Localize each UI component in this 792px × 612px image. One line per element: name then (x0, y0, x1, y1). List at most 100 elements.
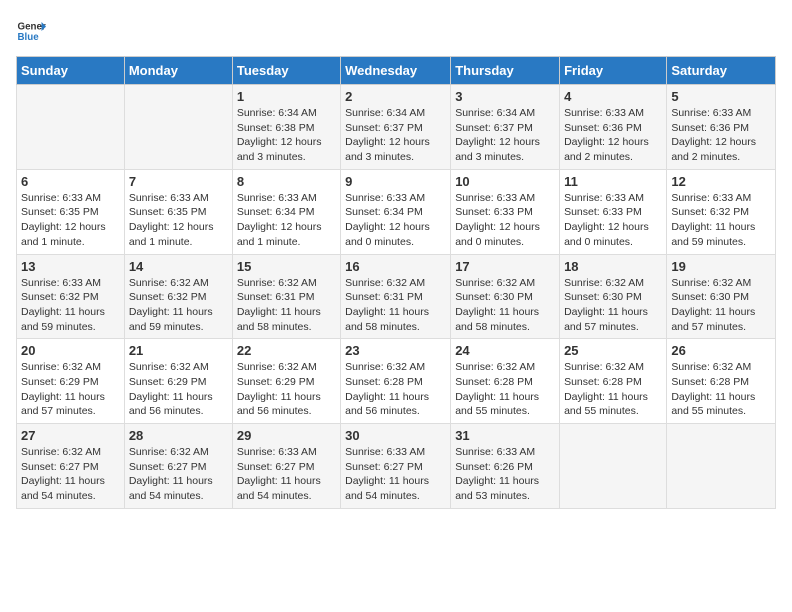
col-header-wednesday: Wednesday (341, 57, 451, 85)
cell-detail: Sunrise: 6:34 AM Sunset: 6:38 PM Dayligh… (237, 106, 336, 165)
calendar-cell: 19Sunrise: 6:32 AM Sunset: 6:30 PM Dayli… (667, 254, 776, 339)
calendar-cell: 25 Sunrise: 6:32 AM Sunset: 6:28 PM Dayli… (560, 339, 667, 424)
col-header-saturday: Saturday (667, 57, 776, 85)
calendar-cell: 31 Sunrise: 6:33 AM Sunset: 6:26 PM Dayli… (451, 424, 560, 509)
cell-detail: Sunrise: 6:34 AM Sunset: 6:37 PM Dayligh… (455, 106, 555, 165)
day-number: 8 (237, 174, 336, 189)
calendar-cell: 3 Sunrise: 6:34 AM Sunset: 6:37 PM Daylig… (451, 85, 560, 170)
cell-detail: Sunrise: 6:32 AM Sunset: 6:28 PM Dayligh… (671, 360, 771, 419)
calendar-cell: 20Sunrise: 6:32 AM Sunset: 6:29 PM Dayli… (17, 339, 125, 424)
col-header-monday: Monday (124, 57, 232, 85)
day-number: 12 (671, 174, 771, 189)
col-header-thursday: Thursday (451, 57, 560, 85)
week-row-3: 13Sunrise: 6:33 AM Sunset: 6:32 PM Dayli… (17, 254, 776, 339)
calendar-cell: 4 Sunrise: 6:33 AM Sunset: 6:36 PM Daylig… (560, 85, 667, 170)
day-number: 20 (21, 343, 120, 358)
week-row-5: 27 Sunrise: 6:32 AM Sunset: 6:27 PM Dayli… (17, 424, 776, 509)
cell-detail: Sunrise: 6:33 AM Sunset: 6:35 PM Dayligh… (129, 191, 228, 250)
calendar-cell: 11 Sunrise: 6:33 AM Sunset: 6:33 PM Dayli… (560, 169, 667, 254)
week-row-2: 6 Sunrise: 6:33 AM Sunset: 6:35 PM Daylig… (17, 169, 776, 254)
day-number: 13 (21, 259, 120, 274)
calendar-cell: 9 Sunrise: 6:33 AM Sunset: 6:34 PM Daylig… (341, 169, 451, 254)
cell-detail: Sunrise: 6:32 AM Sunset: 6:29 PM Dayligh… (129, 360, 228, 419)
day-number: 9 (345, 174, 446, 189)
calendar-cell: 14Sunrise: 6:32 AM Sunset: 6:32 PM Dayli… (124, 254, 232, 339)
calendar-table: SundayMondayTuesdayWednesdayThursdayFrid… (16, 56, 776, 509)
day-number: 2 (345, 89, 446, 104)
cell-detail: Sunrise: 6:33 AM Sunset: 6:27 PM Dayligh… (237, 445, 336, 504)
day-number: 28 (129, 428, 228, 443)
day-number: 4 (564, 89, 662, 104)
calendar-cell: 10 Sunrise: 6:33 AM Sunset: 6:33 PM Dayli… (451, 169, 560, 254)
calendar-cell: 23Sunrise: 6:32 AM Sunset: 6:28 PM Dayli… (341, 339, 451, 424)
day-number: 18 (564, 259, 662, 274)
calendar-cell: 21 Sunrise: 6:32 AM Sunset: 6:29 PM Dayli… (124, 339, 232, 424)
day-number: 5 (671, 89, 771, 104)
calendar-cell: 28 Sunrise: 6:32 AM Sunset: 6:27 PM Dayli… (124, 424, 232, 509)
cell-detail: Sunrise: 6:33 AM Sunset: 6:26 PM Dayligh… (455, 445, 555, 504)
calendar-cell: 15 Sunrise: 6:32 AM Sunset: 6:31 PM Dayli… (232, 254, 340, 339)
calendar-cell: 5Sunrise: 6:33 AM Sunset: 6:36 PM Daylig… (667, 85, 776, 170)
day-number: 30 (345, 428, 446, 443)
day-number: 25 (564, 343, 662, 358)
cell-detail: Sunrise: 6:33 AM Sunset: 6:33 PM Dayligh… (455, 191, 555, 250)
cell-detail: Sunrise: 6:32 AM Sunset: 6:28 PM Dayligh… (455, 360, 555, 419)
day-number: 3 (455, 89, 555, 104)
logo: General Blue (16, 16, 46, 46)
day-number: 22 (237, 343, 336, 358)
day-number: 1 (237, 89, 336, 104)
calendar-cell: 17Sunrise: 6:32 AM Sunset: 6:30 PM Dayli… (451, 254, 560, 339)
day-number: 24 (455, 343, 555, 358)
cell-detail: Sunrise: 6:33 AM Sunset: 6:36 PM Dayligh… (564, 106, 662, 165)
day-number: 26 (671, 343, 771, 358)
cell-detail: Sunrise: 6:32 AM Sunset: 6:31 PM Dayligh… (237, 276, 336, 335)
day-number: 10 (455, 174, 555, 189)
calendar-cell (667, 424, 776, 509)
calendar-cell (124, 85, 232, 170)
calendar-cell: 27 Sunrise: 6:32 AM Sunset: 6:27 PM Dayli… (17, 424, 125, 509)
logo-icon: General Blue (16, 16, 46, 46)
cell-detail: Sunrise: 6:33 AM Sunset: 6:34 PM Dayligh… (345, 191, 446, 250)
cell-detail: Sunrise: 6:32 AM Sunset: 6:30 PM Dayligh… (564, 276, 662, 335)
cell-detail: Sunrise: 6:34 AM Sunset: 6:37 PM Dayligh… (345, 106, 446, 165)
day-number: 15 (237, 259, 336, 274)
day-number: 6 (21, 174, 120, 189)
cell-detail: Sunrise: 6:32 AM Sunset: 6:27 PM Dayligh… (21, 445, 120, 504)
calendar-cell: 30 Sunrise: 6:33 AM Sunset: 6:27 PM Dayli… (341, 424, 451, 509)
cell-detail: Sunrise: 6:32 AM Sunset: 6:28 PM Dayligh… (345, 360, 446, 419)
calendar-cell: 24 Sunrise: 6:32 AM Sunset: 6:28 PM Dayli… (451, 339, 560, 424)
day-number: 29 (237, 428, 336, 443)
cell-detail: Sunrise: 6:32 AM Sunset: 6:30 PM Dayligh… (455, 276, 555, 335)
week-row-4: 20 Sunrise: 6:32 AM Sunset: 6:29 PM Dayli… (17, 339, 776, 424)
calendar-cell: 6 Sunrise: 6:33 AM Sunset: 6:35 PM Daylig… (17, 169, 125, 254)
svg-text:Blue: Blue (18, 32, 40, 43)
cell-detail: Sunrise: 6:33 AM Sunset: 6:33 PM Dayligh… (564, 191, 662, 250)
page-header: General Blue (16, 16, 776, 46)
cell-detail: Sunrise: 6:32 AM Sunset: 6:28 PM Dayligh… (564, 360, 662, 419)
calendar-cell: 2 Sunrise: 6:34 AM Sunset: 6:37 PM Daylig… (341, 85, 451, 170)
col-header-sunday: Sunday (17, 57, 125, 85)
cell-detail: Sunrise: 6:33 AM Sunset: 6:32 PM Dayligh… (671, 191, 771, 250)
day-number: 11 (564, 174, 662, 189)
day-number: 31 (455, 428, 555, 443)
calendar-cell: 22Sunrise: 6:32 AM Sunset: 6:29 PM Dayli… (232, 339, 340, 424)
week-row-1: 1 Sunrise: 6:34 AM Sunset: 6:38 PM Daylig… (17, 85, 776, 170)
col-header-friday: Friday (560, 57, 667, 85)
day-number: 21 (129, 343, 228, 358)
cell-detail: Sunrise: 6:32 AM Sunset: 6:32 PM Dayligh… (129, 276, 228, 335)
cell-detail: Sunrise: 6:33 AM Sunset: 6:27 PM Dayligh… (345, 445, 446, 504)
calendar-cell: 29 Sunrise: 6:33 AM Sunset: 6:27 PM Dayli… (232, 424, 340, 509)
calendar-cell (560, 424, 667, 509)
calendar-cell: 7 Sunrise: 6:33 AM Sunset: 6:35 PM Daylig… (124, 169, 232, 254)
cell-detail: Sunrise: 6:33 AM Sunset: 6:35 PM Dayligh… (21, 191, 120, 250)
calendar-cell: 26 Sunrise: 6:32 AM Sunset: 6:28 PM Dayli… (667, 339, 776, 424)
col-header-tuesday: Tuesday (232, 57, 340, 85)
calendar-cell: 12 Sunrise: 6:33 AM Sunset: 6:32 PM Dayli… (667, 169, 776, 254)
day-number: 16 (345, 259, 446, 274)
cell-detail: Sunrise: 6:32 AM Sunset: 6:27 PM Dayligh… (129, 445, 228, 504)
calendar-cell: 8Sunrise: 6:33 AM Sunset: 6:34 PM Daylig… (232, 169, 340, 254)
cell-detail: Sunrise: 6:32 AM Sunset: 6:31 PM Dayligh… (345, 276, 446, 335)
calendar-cell: 16 Sunrise: 6:32 AM Sunset: 6:31 PM Dayli… (341, 254, 451, 339)
day-number: 27 (21, 428, 120, 443)
day-number: 7 (129, 174, 228, 189)
